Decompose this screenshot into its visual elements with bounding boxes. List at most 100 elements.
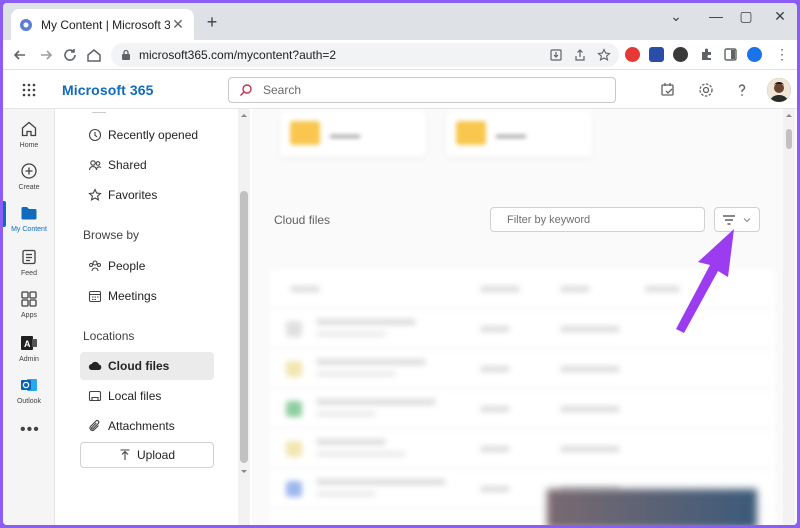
incognito-extension-icon[interactable] — [673, 47, 688, 62]
nav-label: Cloud files — [108, 359, 170, 373]
blurred-folder-card[interactable]: ▬▬▬ — [280, 111, 426, 157]
admin-icon: A — [21, 336, 37, 350]
rail-item-home[interactable]: Home — [3, 115, 55, 157]
share-icon[interactable] — [573, 48, 587, 62]
nav-label: Local files — [108, 389, 162, 403]
install-app-icon[interactable] — [549, 48, 563, 62]
settings-gear-icon[interactable] — [697, 81, 715, 99]
nav-item-cloud-files[interactable]: Cloud files — [80, 352, 214, 380]
rail-label: Admin — [19, 356, 39, 363]
annotation-arrow-icon — [676, 229, 734, 333]
m365-header: Microsoft 365 Search — [3, 71, 797, 109]
folder-icon — [21, 207, 37, 220]
m365-brand[interactable]: Microsoft 365 — [62, 82, 154, 98]
minimize-icon[interactable]: — — [701, 8, 731, 24]
locations-heading: Locations — [83, 329, 135, 343]
main-scroll-thumb[interactable] — [786, 129, 792, 149]
rail-label: Home — [19, 142, 39, 149]
rail-item-admin[interactable]: A Admin — [3, 329, 55, 371]
outlook-icon — [21, 379, 37, 391]
filter-placeholder: Filter by keyword — [507, 213, 591, 226]
app-rail: Home Create My Content Feed Apps A Admin… — [3, 109, 55, 525]
table-row[interactable] — [270, 349, 775, 389]
main-scroll-up-icon[interactable] — [785, 112, 793, 118]
nav-item-recently-opened[interactable]: Recently opened — [80, 121, 214, 149]
nav-item-local-files[interactable]: Local files — [80, 382, 214, 410]
rail-item-feed[interactable]: Feed — [3, 243, 55, 285]
browser-toolbar: microsoft365.com/mycontent?auth=2 ⋮ — [3, 40, 797, 70]
feed-icon — [22, 249, 36, 265]
paperclip-icon — [89, 420, 100, 432]
upload-label: Upload — [136, 448, 176, 462]
clipped-nav-item — [92, 109, 106, 113]
tab-title: My Content | Microsoft 365 — [41, 17, 170, 32]
adblock-extension-icon[interactable] — [625, 47, 640, 62]
nav-item-shared[interactable]: Shared — [80, 151, 214, 179]
url-text: microsoft365.com/mycontent?auth=2 — [139, 48, 337, 62]
main-scrollbar[interactable] — [783, 109, 795, 525]
rail-item-apps[interactable]: Apps — [3, 285, 55, 327]
nav-pane-scrollbar[interactable] — [238, 109, 250, 525]
browser-tab[interactable]: My Content | Microsoft 365 ✕ — [11, 9, 194, 40]
side-panel-icon[interactable] — [723, 47, 738, 62]
star-icon — [88, 188, 102, 201]
m365-favicon-icon — [20, 18, 32, 31]
rail-item-outlook[interactable]: Outlook — [3, 371, 55, 413]
nav-label: Favorites — [108, 188, 158, 202]
apps-icon — [21, 291, 37, 307]
upload-button[interactable]: Upload — [80, 442, 214, 468]
help-icon[interactable] — [733, 81, 751, 99]
search-placeholder: Search — [263, 83, 302, 97]
lock-icon — [122, 49, 130, 60]
home-icon — [21, 121, 37, 137]
bookmark-star-icon[interactable] — [597, 48, 611, 62]
filter-lines-icon — [723, 214, 735, 225]
upload-icon — [120, 449, 130, 460]
more-apps-icon[interactable]: ••• — [20, 421, 40, 439]
profile-sync-icon[interactable] — [747, 47, 762, 62]
back-icon[interactable] — [11, 46, 29, 64]
home-page-icon[interactable] — [85, 46, 103, 64]
forward-icon[interactable] — [37, 46, 55, 64]
nav-item-meetings[interactable]: Meetings — [80, 282, 214, 310]
blurred-folder-card[interactable]: ▬▬▬ — [446, 111, 592, 157]
user-avatar[interactable] — [767, 78, 791, 102]
maximize-icon[interactable]: ▢ — [731, 8, 761, 25]
nav-pane-scroll-thumb[interactable] — [240, 191, 248, 463]
cloud-files-heading: Cloud files — [274, 213, 331, 227]
address-bar[interactable]: microsoft365.com/mycontent?auth=2 — [111, 43, 619, 67]
tab-close-icon[interactable]: ✕ — [170, 16, 186, 33]
tab-search-icon[interactable]: ⌄ — [661, 8, 691, 25]
clock-icon — [88, 128, 102, 142]
rail-label: Create — [18, 184, 40, 191]
nav-label: Meetings — [108, 289, 157, 303]
new-tab-button[interactable]: + — [202, 13, 222, 33]
scroll-up-icon[interactable] — [240, 112, 248, 118]
rail-label: Apps — [21, 312, 37, 319]
browse-by-heading: Browse by — [83, 228, 140, 242]
rail-label: My Content — [11, 226, 47, 233]
bitwarden-extension-icon[interactable] — [649, 47, 664, 62]
nav-label: Attachments — [108, 419, 175, 433]
rail-label: Outlook — [16, 398, 42, 405]
browser-menu-icon[interactable]: ⋮ — [775, 47, 789, 62]
search-input[interactable]: Search — [228, 77, 616, 103]
rail-item-my-content[interactable]: My Content — [3, 199, 55, 241]
scroll-down-icon[interactable] — [240, 469, 248, 475]
table-row[interactable] — [270, 389, 775, 429]
content-nav-pane: Recently opened Shared Favorites Browse … — [56, 109, 252, 525]
nav-item-people[interactable]: People — [80, 252, 214, 280]
extensions-puzzle-icon[interactable] — [699, 47, 714, 62]
reload-icon[interactable] — [61, 46, 79, 64]
people-group-icon — [89, 260, 101, 272]
nav-label: Shared — [108, 158, 147, 172]
nav-item-favorites[interactable]: Favorites — [80, 181, 214, 209]
search-icon — [240, 84, 252, 96]
table-row[interactable] — [270, 429, 775, 469]
screenshot-frame: My Content | Microsoft 365 ✕ + ⌄ — ▢ ✕ m… — [3, 3, 797, 525]
whats-new-icon[interactable] — [659, 81, 677, 99]
app-launcher-icon[interactable] — [22, 83, 36, 97]
nav-item-attachments[interactable]: Attachments — [80, 412, 214, 440]
rail-item-create[interactable]: Create — [3, 157, 55, 199]
close-window-icon[interactable]: ✕ — [765, 8, 795, 25]
